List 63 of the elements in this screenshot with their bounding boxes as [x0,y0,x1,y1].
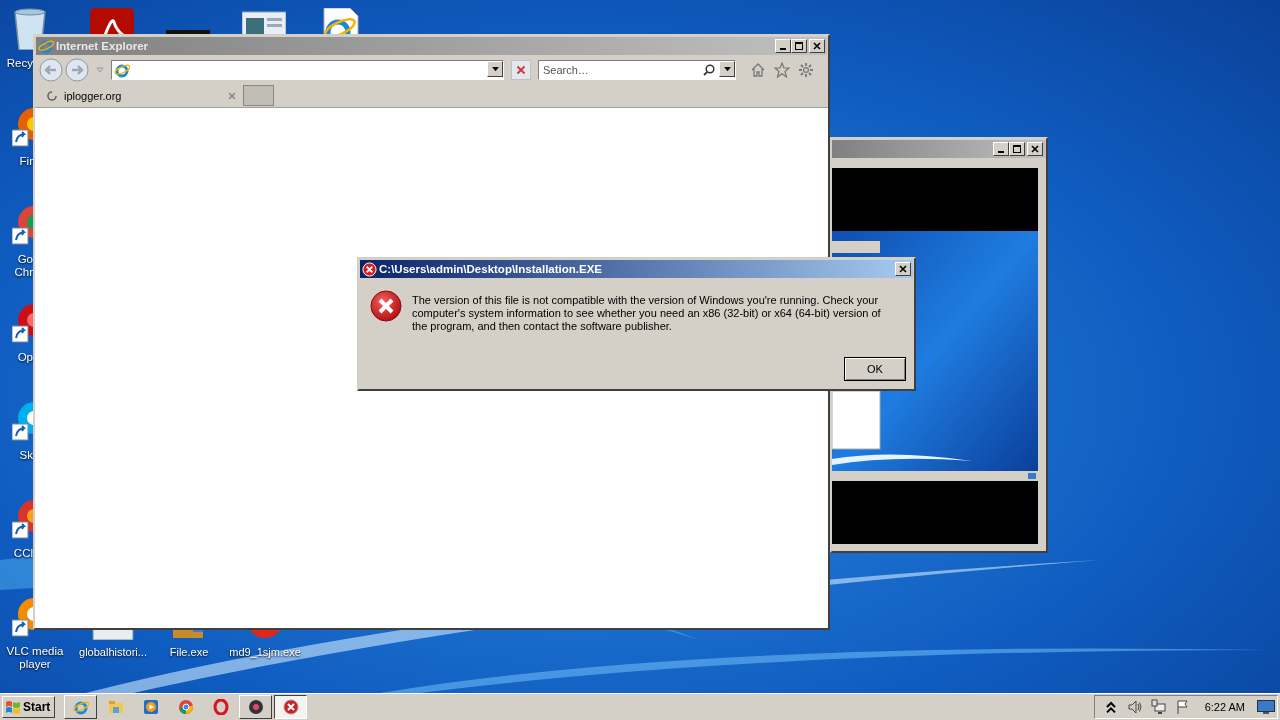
search-field[interactable]: Search… [538,60,736,80]
folder-icon [107,699,124,715]
maximize-button[interactable] [1009,142,1025,156]
dropdown-button[interactable] [487,61,503,77]
close-button[interactable] [1027,142,1043,156]
close-icon [1030,144,1040,154]
show-desktop-icon[interactable] [1257,700,1275,714]
taskbar-button[interactable] [274,695,308,719]
error-icon [282,699,299,715]
window-title: Internet Explorer [56,40,149,52]
caret-icon [723,66,731,72]
browser-logo-icon [38,38,54,54]
close-button[interactable] [809,39,825,53]
minimize-icon [998,151,1004,153]
ok-button[interactable]: OK [844,357,906,381]
record-icon [247,699,264,715]
dropdown-button[interactable] [719,61,735,77]
home-icon[interactable] [750,62,766,78]
close-icon [516,65,526,75]
search-icon[interactable] [703,64,715,76]
close-icon [898,264,908,274]
error-icon [362,261,377,277]
close-button[interactable] [895,262,911,276]
icon-label: globalhistori... [79,646,147,658]
play-icon [142,699,159,715]
error-icon [370,290,402,322]
stop-button[interactable] [511,60,531,80]
icon-label: CCl [12,547,33,560]
icon-label: VLC media player [5,645,65,671]
round-logo-icon [177,699,194,715]
flag-icon[interactable] [1174,699,1191,715]
clock[interactable]: 6:22 AM [1204,701,1245,713]
tab-title: iplogger.org [64,90,122,102]
minimize-button[interactable] [993,142,1009,156]
start-button[interactable]: Start [2,696,56,718]
browser-logo-icon [72,699,89,715]
icon-label: Sk [18,449,33,462]
address-field[interactable] [111,60,504,80]
browser-logo-icon [114,62,130,78]
minimize-icon [780,48,786,50]
caret-icon [491,66,499,72]
icon-label: File.exe [169,646,209,658]
pdf-file-icon[interactable] [90,8,134,34]
maximize-icon [794,41,804,51]
icon-label: md9_1sjm.exe [229,646,301,658]
maximize-button[interactable] [791,39,807,53]
maximize-icon [1012,144,1022,154]
network-icon[interactable] [1150,699,1167,715]
icon-label: Fir [18,155,33,168]
speaker-icon[interactable] [1126,699,1143,715]
loading-icon [46,90,58,102]
icon-label: Recy [5,57,33,70]
ring-logo-icon [212,699,229,715]
window-file-icon[interactable] [242,8,286,34]
window-title: C:\Users\admin\Desktop\Installation.EXE [379,263,603,275]
icon-label: Op [16,351,33,364]
icon-label: Go Chr [13,253,33,279]
minimize-button[interactable] [775,39,791,53]
four-pane-logo-icon [5,699,21,715]
error-message: The version of this file is not compatible with the version of Windows you're running. Check your computer's system information to see whether you need an x86 (32-bit) or x64 (64-bit) version of the program, and then contact the software publisher. [412,294,882,333]
settings-icon[interactable] [798,62,814,78]
close-icon [812,41,822,51]
star-icon[interactable] [774,62,790,78]
